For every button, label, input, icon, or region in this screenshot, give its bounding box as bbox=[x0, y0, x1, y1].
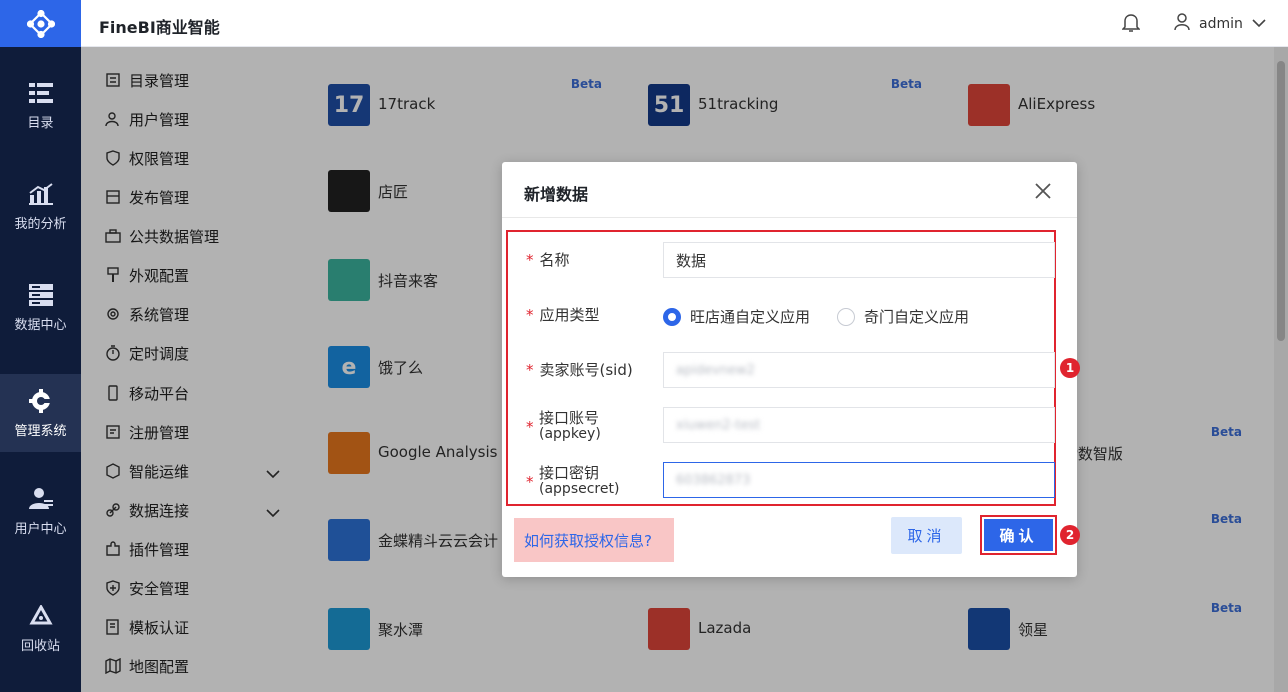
rail-item-recycle-bin[interactable]: 回收站 bbox=[0, 589, 81, 667]
manage-system-icon bbox=[28, 388, 53, 414]
radio-wangdiantong[interactable]: 旺店通自定义应用 bbox=[663, 306, 810, 327]
app-rail: 目录 我的分析 数据中心 管理系统 用户中心 回收站 bbox=[0, 0, 81, 692]
rail-item-manage-system[interactable]: 管理系统 bbox=[0, 374, 81, 452]
sid-input[interactable]: apidevnew2 bbox=[663, 352, 1055, 388]
appkey-label: 接口账号 * (appkey) bbox=[526, 409, 601, 442]
auth-help-link[interactable]: 如何获取授权信息? bbox=[514, 518, 674, 562]
data-center-icon bbox=[28, 282, 53, 308]
confirm-button[interactable]: 确认 bbox=[984, 519, 1053, 551]
name-label: * 名称 bbox=[526, 251, 570, 269]
user-center-icon bbox=[28, 486, 53, 512]
name-input[interactable]: 数据 bbox=[663, 242, 1055, 278]
cancel-button[interactable]: 取消 bbox=[891, 517, 962, 554]
user-icon bbox=[1174, 13, 1190, 35]
logo-icon bbox=[26, 9, 55, 38]
highlight-box-confirm: 确认 bbox=[980, 515, 1057, 555]
apptype-label: * 应用类型 bbox=[526, 306, 600, 324]
rail-item-data-center[interactable]: 数据中心 bbox=[0, 268, 81, 346]
dialog-title: 新增数据 bbox=[524, 185, 589, 204]
analysis-icon bbox=[28, 181, 53, 207]
step-badge-2: 2 bbox=[1060, 525, 1080, 545]
step-badge-1: 1 bbox=[1060, 358, 1080, 378]
app-logo[interactable] bbox=[0, 0, 81, 47]
appkey-input[interactable]: xiuwen2-test bbox=[663, 407, 1055, 443]
radio-unchecked-icon bbox=[837, 307, 855, 326]
user-menu[interactable]: admin bbox=[1174, 13, 1266, 35]
catalog-icon bbox=[28, 80, 53, 106]
app-title: FineBI商业智能 bbox=[99, 18, 220, 37]
appsecret-label: 接口密钥 * (appsecret) bbox=[526, 464, 620, 497]
appsecret-input[interactable]: 603862873 bbox=[663, 462, 1055, 498]
radio-checked-icon bbox=[663, 307, 681, 326]
add-data-dialog: 新增数据 * 名称 数据 * 应用类型 旺店通自定义应用 奇门自定义应用 * 卖家账号… bbox=[502, 162, 1080, 577]
sid-label: * 卖家账号(sid) bbox=[526, 361, 633, 379]
recycle-bin-icon bbox=[28, 603, 53, 629]
bell-icon[interactable] bbox=[1121, 13, 1141, 37]
radio-qimen[interactable]: 奇门自定义应用 bbox=[837, 306, 969, 327]
rail-label: 我的分析 bbox=[14, 216, 67, 232]
rail-item-user-center[interactable]: 用户中心 bbox=[0, 472, 81, 550]
rail-label: 用户中心 bbox=[14, 521, 67, 537]
top-bar: FineBI商业智能 admin bbox=[81, 0, 1288, 47]
rail-label: 回收站 bbox=[20, 638, 60, 654]
rail-label: 数据中心 bbox=[14, 317, 67, 333]
chevron-down-icon bbox=[1252, 16, 1266, 32]
rail-item-analysis[interactable]: 我的分析 bbox=[0, 167, 81, 245]
rail-label: 目录 bbox=[27, 115, 54, 131]
close-icon[interactable] bbox=[1035, 183, 1051, 203]
username: admin bbox=[1199, 16, 1243, 32]
divider bbox=[502, 217, 1077, 218]
rail-label: 管理系统 bbox=[14, 423, 67, 439]
rail-item-catalog[interactable]: 目录 bbox=[0, 66, 81, 144]
